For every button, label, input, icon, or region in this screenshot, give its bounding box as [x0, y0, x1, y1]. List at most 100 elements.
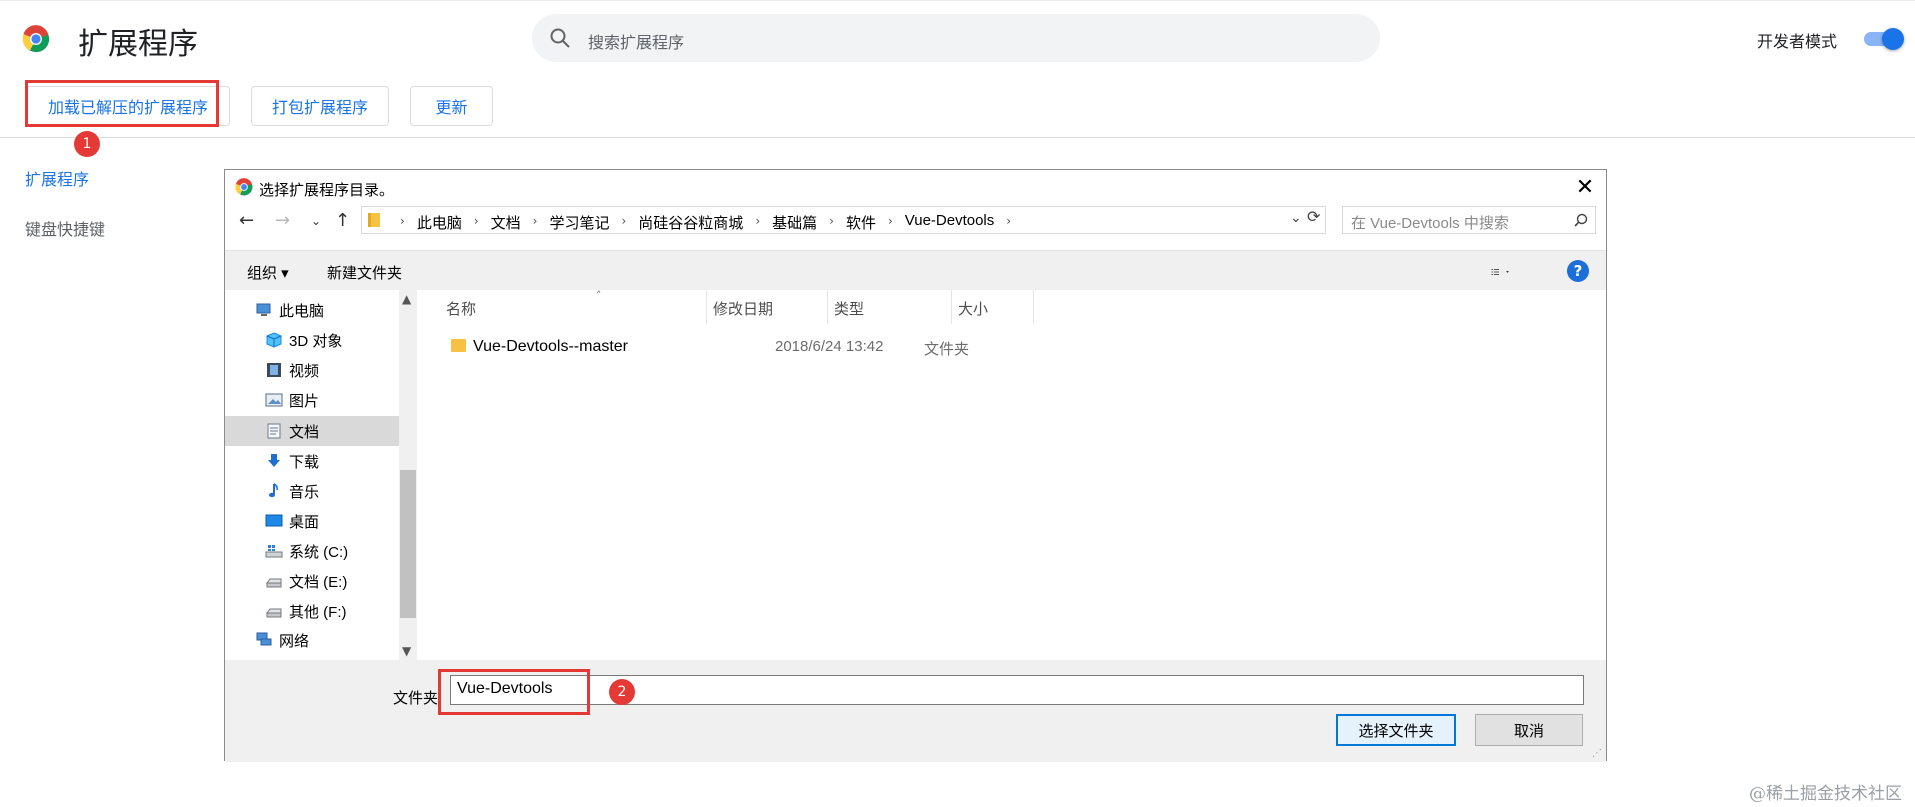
nav-item-this-pc[interactable]: 此电脑: [255, 297, 324, 323]
column-header-name[interactable]: 名称: [446, 298, 476, 319]
up-arrow-icon[interactable]: ↑: [335, 210, 350, 231]
navigation-pane: 此电脑 3D 对象 视频 图片 文档 下载 音乐 桌面 系统 (C:) 文档 (…: [225, 290, 421, 660]
breadcrumb-item[interactable]: 尚硅谷谷粒商城: [638, 212, 743, 233]
film-icon: [267, 363, 281, 377]
command-bar: 组织 ▾ 新建文件夹 ?: [225, 250, 1606, 290]
chrome-logo-icon: [235, 178, 253, 196]
chrome-logo-icon: [22, 25, 50, 53]
address-bar[interactable]: › 此电脑 › 文档 › 学习笔记 › 尚硅谷谷粒商城 › 基础篇 › 软件 ›…: [361, 206, 1326, 234]
breadcrumb-item[interactable]: 此电脑: [417, 212, 462, 233]
column-divider: [1033, 290, 1034, 324]
toggle-knob: [1882, 28, 1904, 50]
search-icon: [1574, 213, 1588, 227]
folder-search-input[interactable]: 在 Vue-Devtools 中搜索: [1342, 206, 1596, 234]
back-arrow-icon[interactable]: ←: [239, 210, 254, 231]
dialog-titlebar: 选择扩展程序目录。 ✕: [225, 170, 1606, 202]
nav-item-label: 文档: [289, 423, 320, 441]
drive-c-icon: [265, 545, 283, 558]
breadcrumb-item[interactable]: 基础篇: [772, 212, 817, 233]
highlight-box-1: [25, 80, 219, 127]
file-date: 2018/6/24 13:42: [775, 338, 884, 355]
dialog-title: 选择扩展程序目录。: [259, 182, 395, 199]
forward-arrow-icon[interactable]: →: [275, 210, 290, 231]
address-row: ← → ⌄ ↑ › 此电脑 › 文档 › 学习笔记 › 尚硅谷谷粒商城 › 基础…: [225, 204, 1606, 238]
folder-icon: [451, 339, 466, 352]
file-type: 文件夹: [924, 341, 970, 358]
nav-item-label: 文档 (E:): [289, 573, 348, 591]
nav-item-pictures[interactable]: 图片: [265, 387, 319, 413]
sidebar-item-extensions[interactable]: 扩展程序: [25, 166, 89, 190]
refresh-icon[interactable]: ⟳: [1307, 207, 1329, 229]
column-header-type[interactable]: 类型: [834, 298, 864, 319]
scroll-up-icon[interactable]: ▲: [402, 292, 411, 306]
nav-item-drive-e[interactable]: 文档 (E:): [265, 568, 347, 594]
extensions-toolbar: 加载已解压的扩展程序 打包扩展程序 更新: [0, 76, 1915, 138]
drive-icon: [266, 608, 282, 618]
scroll-down-icon[interactable]: ▼: [402, 644, 411, 658]
folder-label: 文件夹:: [393, 690, 443, 707]
nav-scrollbar[interactable]: ▲ ▼: [399, 290, 417, 660]
pack-extension-button[interactable]: 打包扩展程序: [251, 86, 389, 126]
new-folder-button[interactable]: 新建文件夹: [327, 262, 402, 283]
nav-item-label: 网络: [279, 633, 310, 648]
breadcrumb-item[interactable]: 软件: [846, 212, 876, 233]
nav-item-documents[interactable]: 文档: [265, 418, 319, 444]
desktop-icon: [265, 514, 283, 527]
view-options-icon[interactable]: [1491, 264, 1511, 280]
music-icon: [269, 483, 278, 498]
close-icon[interactable]: ✕: [1572, 174, 1598, 200]
developer-mode-toggle[interactable]: [1862, 27, 1904, 51]
step-badge-2: 2: [609, 679, 635, 705]
breadcrumb-item[interactable]: Vue-Devtools: [905, 212, 995, 233]
recent-locations-chevron-icon[interactable]: ⌄: [311, 214, 321, 228]
network-icon: [256, 632, 272, 646]
nav-item-drive-c[interactable]: 系统 (C:): [265, 538, 348, 564]
column-header-size[interactable]: 大小: [958, 298, 988, 319]
nav-item-3d-objects[interactable]: 3D 对象: [265, 327, 342, 353]
nav-item-label: 下载: [289, 453, 320, 471]
search-placeholder: 搜索扩展程序: [588, 35, 685, 52]
page-title: 扩展程序: [78, 28, 198, 61]
folder-search-placeholder: 在 Vue-Devtools 中搜索: [1351, 215, 1509, 232]
address-dropdown-icon[interactable]: ⌄: [1290, 210, 1302, 226]
file-list: ˄ 名称 修改日期 类型 大小 Vue-Devtools--master 201…: [421, 289, 1606, 660]
select-folder-dialog: 选择扩展程序目录。 ✕ ← → ⌄ ↑ › 此电脑 › 文档 › 学习笔记 › …: [224, 169, 1607, 762]
step-badge-1: 1: [74, 131, 100, 157]
watermark: @稀土掘金技术社区: [1749, 784, 1902, 804]
computer-icon: [256, 303, 271, 316]
update-button[interactable]: 更新: [410, 86, 493, 126]
column-divider: [951, 290, 952, 324]
breadcrumb-item[interactable]: 学习笔记: [549, 212, 609, 233]
sidebar-item-keyboard-shortcuts[interactable]: 键盘快捷键: [25, 216, 105, 240]
organize-menu[interactable]: 组织 ▾: [247, 262, 289, 283]
nav-item-label: 桌面: [289, 513, 320, 531]
extension-search-input[interactable]: 搜索扩展程序: [532, 14, 1380, 62]
nav-item-videos[interactable]: 视频: [265, 357, 319, 383]
scrollbar-thumb[interactable]: [400, 470, 416, 618]
folder-icon: [368, 213, 380, 227]
nav-item-network[interactable]: 网络: [255, 630, 309, 648]
nav-item-downloads[interactable]: 下载: [265, 448, 319, 474]
nav-item-label: 音乐: [289, 483, 320, 501]
nav-item-label: 3D 对象: [289, 332, 343, 350]
cube-icon: [266, 332, 282, 348]
picture-icon: [265, 393, 283, 407]
nav-item-label: 视频: [289, 362, 320, 380]
file-name: Vue-Devtools--master: [473, 338, 629, 355]
nav-item-label: 图片: [289, 392, 320, 410]
highlight-box-2: [438, 669, 590, 715]
search-icon: [550, 28, 570, 48]
sort-ascending-icon: ˄: [596, 289, 602, 302]
select-folder-button[interactable]: 选择文件夹: [1336, 714, 1456, 746]
extensions-header: 扩展程序 搜索扩展程序 开发者模式: [0, 0, 1915, 76]
column-header-date[interactable]: 修改日期: [713, 298, 773, 319]
breadcrumb-item[interactable]: 文档: [491, 212, 521, 233]
help-icon[interactable]: ?: [1567, 260, 1589, 282]
resize-grip-icon[interactable]: ⋰: [1592, 748, 1604, 760]
nav-item-desktop[interactable]: 桌面: [265, 508, 319, 534]
nav-item-label: 其他 (F:): [289, 603, 347, 621]
nav-item-drive-f[interactable]: 其他 (F:): [265, 598, 347, 624]
breadcrumb: › 此电脑 › 文档 › 学习笔记 › 尚硅谷谷粒商城 › 基础篇 › 软件 ›…: [400, 212, 1012, 233]
nav-item-music[interactable]: 音乐: [265, 478, 319, 504]
cancel-button[interactable]: 取消: [1475, 714, 1583, 746]
